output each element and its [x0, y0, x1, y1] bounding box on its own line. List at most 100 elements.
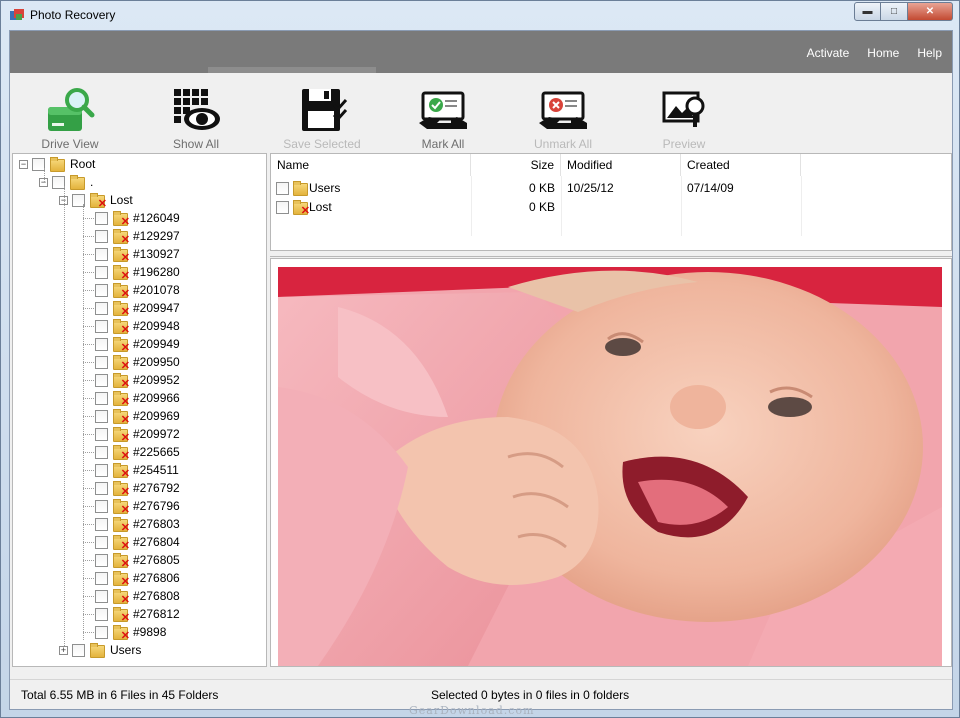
drive-view-button[interactable]: Drive View — [20, 87, 120, 151]
floppy-check-icon — [302, 89, 348, 131]
tree-node-lost-item[interactable]: ✕ #126049 — [95, 209, 180, 228]
tree-node-lost-item[interactable]: ✕ #209952 — [95, 371, 180, 390]
unmark-all-button[interactable]: Unmark All — [513, 87, 613, 151]
item-checkbox[interactable] — [95, 625, 108, 639]
table-row[interactable]: Users 0 KB 10/25/12 07/14/09 — [271, 179, 951, 198]
column-header-modified[interactable]: Modified — [561, 154, 681, 176]
tree-node-lost-item[interactable]: ✕ #209966 — [95, 389, 180, 408]
item-checkbox[interactable] — [95, 427, 108, 441]
deleted-folder-icon: ✕ — [292, 200, 310, 217]
table-row[interactable]: ✕ Lost 0 KB — [271, 198, 951, 217]
tree-node-lost[interactable]: − ✕ Lost — [59, 191, 133, 210]
tree-node-lost-item[interactable]: ✕ #9898 — [95, 623, 167, 642]
item-checkbox[interactable] — [95, 373, 108, 387]
unmark-all-label: Unmark All — [533, 137, 592, 151]
item-checkbox[interactable] — [95, 211, 108, 225]
minimize-button[interactable]: ▬ — [854, 2, 881, 21]
file-modified: 10/25/12 — [567, 181, 614, 195]
deleted-folder-icon: ✕ — [112, 535, 130, 552]
item-checkbox[interactable] — [95, 535, 108, 549]
tree-node-dot[interactable]: − . — [39, 173, 93, 191]
tree-node-lost-item[interactable]: ✕ #209969 — [95, 407, 180, 426]
tree-node-lost-item[interactable]: ✕ #276805 — [95, 551, 180, 570]
tree-node-lost-item[interactable]: ✕ #276792 — [95, 479, 180, 498]
item-checkbox[interactable] — [95, 607, 108, 621]
tree-node-lost-item[interactable]: ✕ #276803 — [95, 515, 180, 534]
item-checkbox[interactable] — [95, 409, 108, 423]
item-checkbox[interactable] — [95, 589, 108, 603]
hand-check-icon — [419, 91, 467, 129]
tree-node-lost-item[interactable]: ✕ #209950 — [95, 353, 180, 372]
expand-icon[interactable]: + — [59, 645, 68, 655]
row-checkbox[interactable] — [276, 201, 289, 214]
item-checkbox[interactable] — [95, 265, 108, 279]
tree-node-lost-item[interactable]: ✕ #209948 — [95, 317, 180, 336]
tree-node-lost-item[interactable]: ✕ #276812 — [95, 605, 180, 624]
app-window: Photo Recovery ▬ □ ✕ Activate Home Help — [0, 0, 960, 718]
deleted-folder-icon: ✕ — [112, 337, 130, 354]
item-checkbox[interactable] — [95, 553, 108, 567]
tree-node-label: #9898 — [133, 625, 167, 639]
mark-all-button[interactable]: Mark All — [393, 87, 493, 151]
item-checkbox[interactable] — [95, 499, 108, 513]
close-button[interactable]: ✕ — [908, 2, 953, 21]
deleted-folder-icon: ✕ — [112, 571, 130, 588]
preview-button[interactable]: Preview — [634, 87, 734, 151]
item-checkbox[interactable] — [95, 481, 108, 495]
tree-node-label: #276796 — [133, 499, 180, 513]
pane-splitter[interactable] — [270, 251, 952, 257]
users-checkbox[interactable] — [72, 643, 85, 657]
deleted-folder-icon: ✕ — [112, 301, 130, 318]
item-checkbox[interactable] — [95, 445, 108, 459]
tree-node-users[interactable]: + Users — [59, 641, 141, 659]
column-header-size[interactable]: Size — [471, 154, 561, 176]
tree-node-lost-item[interactable]: ✕ #209949 — [95, 335, 180, 354]
show-all-button[interactable]: Show All — [146, 87, 246, 151]
activate-link[interactable]: Activate — [807, 46, 850, 60]
tree-node-lost-item[interactable]: ✕ #254511 — [95, 461, 179, 480]
tree-node-label: #130927 — [133, 247, 180, 261]
tree-node-label: #126049 — [133, 211, 180, 225]
tree-node-label: #201078 — [133, 283, 180, 297]
help-link[interactable]: Help — [917, 46, 942, 60]
tree-node-label: #129297 — [133, 229, 180, 243]
item-checkbox[interactable] — [95, 517, 108, 531]
tree-node-lost-item[interactable]: ✕ #276806 — [95, 569, 180, 588]
column-header-created[interactable]: Created — [681, 154, 801, 176]
tree-node-lost-item[interactable]: ✕ #130927 — [95, 245, 180, 264]
tree-node-lost-item[interactable]: ✕ #209972 — [95, 425, 180, 444]
item-checkbox[interactable] — [95, 283, 108, 297]
title-bar[interactable]: Photo Recovery ▬ □ ✕ — [1, 1, 959, 29]
file-created: 07/14/09 — [687, 181, 734, 195]
file-size: 0 KB — [528, 200, 555, 214]
tree-node-lost-item[interactable]: ✕ #209947 — [95, 299, 180, 318]
item-checkbox[interactable] — [95, 337, 108, 351]
row-checkbox[interactable] — [276, 182, 289, 195]
tree-node-root[interactable]: − Root — [19, 155, 95, 173]
tree-node-lost-item[interactable]: ✕ #201078 — [95, 281, 180, 300]
item-checkbox[interactable] — [95, 319, 108, 333]
tree-node-lost-item[interactable]: ✕ #276808 — [95, 587, 180, 606]
file-list[interactable]: Name Size Modified Created Users 0 KB 10… — [270, 153, 952, 251]
collapse-icon[interactable]: − — [19, 159, 28, 169]
item-checkbox[interactable] — [95, 463, 108, 477]
tree-node-lost-item[interactable]: ✕ #225665 — [95, 443, 180, 462]
mark-all-label: Mark All — [421, 137, 465, 151]
folder-tree[interactable]: − Root − . − ✕ Lost ✕ #126049 ✕ #129297 ✕ #13… — [12, 153, 267, 667]
maximize-icon: □ — [890, 6, 898, 17]
tree-node-lost-item[interactable]: ✕ #276796 — [95, 497, 180, 516]
item-checkbox[interactable] — [95, 229, 108, 243]
column-header-name[interactable]: Name — [271, 154, 471, 176]
tree-node-lost-item[interactable]: ✕ #129297 — [95, 227, 180, 246]
maximize-button[interactable]: □ — [881, 2, 908, 21]
item-checkbox[interactable] — [95, 301, 108, 315]
item-checkbox[interactable] — [95, 391, 108, 405]
item-checkbox[interactable] — [95, 247, 108, 261]
item-checkbox[interactable] — [95, 571, 108, 585]
tree-node-lost-item[interactable]: ✕ #276804 — [95, 533, 180, 552]
item-checkbox[interactable] — [95, 355, 108, 369]
tree-node-label: #276792 — [133, 481, 180, 495]
tree-node-lost-item[interactable]: ✕ #196280 — [95, 263, 180, 282]
save-selected-button[interactable]: Save Selected — [272, 87, 372, 151]
home-link[interactable]: Home — [867, 46, 899, 60]
